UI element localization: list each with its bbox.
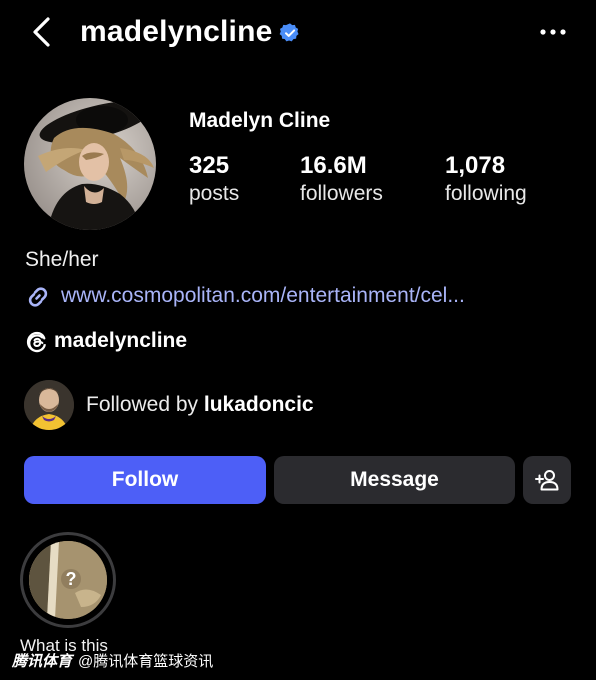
mutual-follower-avatar[interactable] xyxy=(24,380,74,430)
suggested-users-button[interactable] xyxy=(523,456,571,504)
chevron-left-icon[interactable] xyxy=(26,14,58,50)
highlight-cover[interactable]: ? xyxy=(29,541,107,619)
watermark: 腾讯体育 @腾讯体育篮球资讯 xyxy=(12,652,213,672)
profile-username: madelyncline xyxy=(80,15,273,48)
following-label: following xyxy=(445,182,527,205)
watermark-handle: @腾讯体育篮球资讯 xyxy=(78,653,214,670)
top-bar: madelyncline xyxy=(0,0,596,66)
followers-count: 16.6M xyxy=(300,152,367,179)
followed-by-text[interactable]: Followed by lukadoncic xyxy=(86,392,314,418)
link-icon xyxy=(28,287,48,307)
message-button[interactable]: Message xyxy=(274,456,515,504)
followers-stat[interactable]: 16.6M followers xyxy=(300,152,383,208)
following-stat[interactable]: 1,078 following xyxy=(445,152,527,208)
posts-stat[interactable]: 325 posts xyxy=(189,152,239,208)
bio-text: She/her xyxy=(25,248,99,271)
svg-text:?: ? xyxy=(66,569,77,589)
followers-label: followers xyxy=(300,182,383,205)
following-count: 1,078 xyxy=(445,152,506,179)
profile-avatar[interactable] xyxy=(24,98,156,230)
followed-by-user[interactable]: lukadoncic xyxy=(204,393,314,416)
mutual-follower-photo xyxy=(24,380,74,430)
more-horizontal-icon[interactable] xyxy=(538,24,568,40)
threads-icon xyxy=(26,331,46,353)
posts-count: 325 xyxy=(189,152,230,179)
display-name: Madelyn Cline xyxy=(189,109,331,132)
verified-badge-icon xyxy=(279,23,299,42)
watermark-brand: 腾讯体育 xyxy=(12,653,73,670)
posts-label: posts xyxy=(189,182,240,205)
followed-by-prefix: Followed by xyxy=(86,393,204,416)
bio-link-text[interactable]: www.cosmopolitan.com/entertainment/cel..… xyxy=(61,283,465,309)
follow-button[interactable]: Follow xyxy=(24,456,266,504)
highlight-image: ? xyxy=(29,541,107,619)
add-user-icon xyxy=(535,470,559,491)
threads-handle: madelyncline xyxy=(54,329,188,352)
profile-photo xyxy=(24,98,156,230)
